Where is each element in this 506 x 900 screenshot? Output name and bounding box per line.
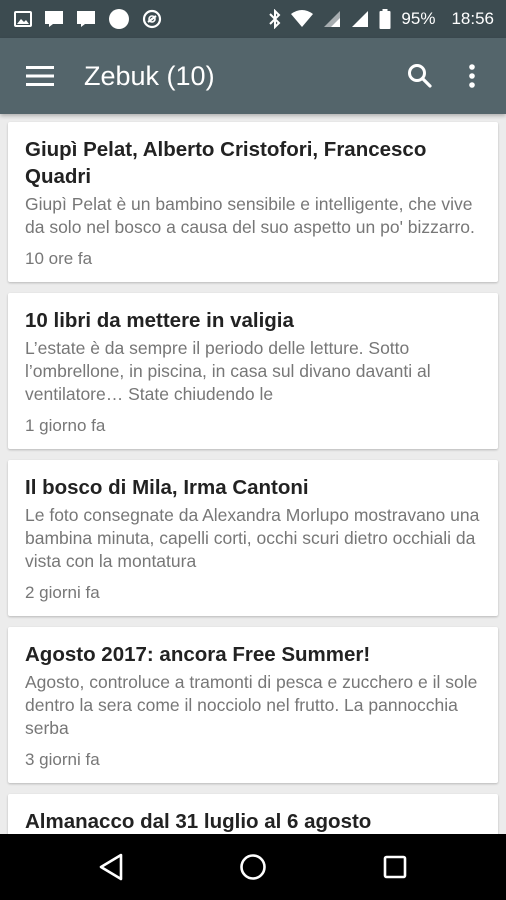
article-title: Il bosco di Mila, Irma Cantoni [25, 476, 309, 499]
article-title: Agosto 2017: ancora Free Summer! [25, 643, 371, 666]
recents-square-icon[interactable] [365, 837, 425, 897]
article-excerpt: Agosto, controluce a tramonti di pesca e… [25, 672, 478, 738]
article-card[interactable]: 10 libri da mettere in valigia L’estate … [8, 293, 498, 449]
signal-icon [323, 10, 341, 28]
article-title: Almanacco dal 31 luglio al 6 agosto [25, 810, 372, 833]
article-excerpt: Giupì Pelat è un bambino sensibile e int… [25, 194, 475, 237]
data-saver-icon [142, 9, 162, 29]
article-excerpt: Le foto consegnate da Alexandra Morlupo … [25, 505, 480, 571]
status-bar: 95% 18:56 [0, 0, 506, 38]
article-time: 3 giorni fa [25, 750, 100, 769]
battery-percent: 95% [401, 9, 436, 28]
article-time: 10 ore fa [25, 249, 93, 268]
app-bar: Zebuk (10) [0, 38, 506, 114]
more-vert-icon[interactable] [450, 54, 494, 98]
app-title: Zebuk (10) [84, 60, 215, 91]
search-icon[interactable] [398, 54, 442, 98]
article-card[interactable]: Il bosco di Mila, Irma Cantoni Le foto c… [8, 460, 498, 616]
article-time: 1 giorno fa [25, 416, 106, 435]
navigation-bar [0, 834, 506, 900]
article-feed: Giupì Pelat, Alberto Cristofori, Frances… [0, 114, 506, 834]
system-status: 95% 18:56 [269, 9, 494, 29]
image-notification-icon [14, 11, 32, 27]
message-icon [44, 10, 64, 28]
article-title: Giupì Pelat, Alberto Cristofori, Frances… [25, 138, 427, 188]
notification-icons [14, 8, 162, 30]
article-card[interactable]: Agosto 2017: ancora Free Summer! Agosto,… [8, 627, 498, 783]
battery-icon [379, 9, 391, 29]
hamburger-menu-icon[interactable] [24, 60, 56, 92]
home-circle-icon[interactable] [223, 837, 283, 897]
circle-notification-icon [108, 8, 130, 30]
clock: 18:56 [451, 9, 494, 28]
message-icon [76, 10, 96, 28]
article-title: 10 libri da mettere in valigia [25, 309, 294, 332]
back-triangle-icon[interactable] [81, 837, 141, 897]
wifi-icon [291, 10, 314, 28]
signal-icon [351, 10, 369, 28]
article-excerpt: L’estate è da sempre il periodo delle le… [25, 338, 431, 404]
article-time: 2 giorni fa [25, 583, 100, 602]
article-card[interactable]: Almanacco dal 31 luglio al 6 agosto [8, 794, 498, 834]
bluetooth-icon [269, 9, 281, 29]
article-card[interactable]: Giupì Pelat, Alberto Cristofori, Frances… [8, 122, 498, 282]
